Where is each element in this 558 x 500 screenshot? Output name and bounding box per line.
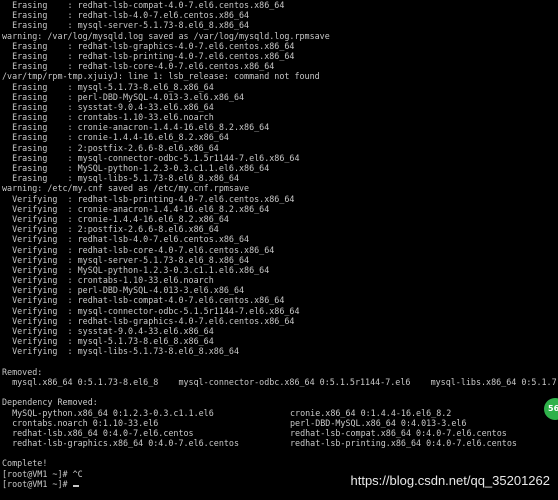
log-line: Erasing : mysql-connector-odbc-5.1.5r114… <box>2 152 300 163</box>
complete-message: Complete! <box>2 458 48 469</box>
removed-header: Removed: <box>2 366 43 377</box>
dependency-row: redhat-lsb.x86_64 0:4.0-7.el6.centos redh… <box>2 428 556 438</box>
log-line: Erasing : mysql-server-5.1.73-8.el6_8.x8… <box>2 20 250 31</box>
log-line: Erasing : 2:postfix-2.6.6-8.el6.x86_64 <box>2 142 219 153</box>
dependency-left: redhat-lsb-graphics.x86_64 0:4.0-7.el6.c… <box>2 438 239 449</box>
log-line: warning: /var/log/mysqld.log saved as /v… <box>2 30 330 41</box>
dependency-left: crontabs.noarch 0:1.10-33.el6 <box>2 417 159 428</box>
log-line: Verifying : mysql-5.1.73-8.el6_8.x86_64 <box>2 336 214 347</box>
watermark-url: https://blog.csdn.net/qq_35201262 <box>350 473 551 488</box>
log-line: Verifying : MySQL-python-1.2.3-0.3.c1.1.… <box>2 264 270 275</box>
log-line: Erasing : sysstat-9.0.4-33.el6.x86_64 <box>2 101 214 112</box>
dependency-left: MySQL-python.x86_64 0:1.2.3-0.3.c1.1.el6 <box>2 407 214 418</box>
log-line: /var/tmp/rpm-tmp.xjuiyJ: line 1: lsb_rel… <box>2 71 320 82</box>
dependency-row: crontabs.noarch 0:1.10-33.el6 perl-DBD-My… <box>2 418 556 428</box>
log-line: Erasing : perl-DBD-MySQL-4.013-3.el6.x86… <box>2 91 245 102</box>
log-line: Verifying : mysql-libs-5.1.73-8.el6_8.x8… <box>2 346 239 357</box>
dependency-removed-header: Dependency Removed: <box>2 397 98 408</box>
dependency-row: MySQL-python.x86_64 0:1.2.3-0.3.c1.1.el6… <box>2 408 556 418</box>
terminal-window[interactable]: Erasing : redhat-lsb-compat-4.0-7.el6.ce… <box>0 0 558 500</box>
log-line: Erasing : redhat-lsb-core-4.0-7.el6.cent… <box>2 61 275 72</box>
dependency-row: redhat-lsb-graphics.x86_64 0:4.0-7.el6.c… <box>2 438 556 448</box>
dependency-right: cronie.x86_64 0:1.4.4-16.el6_8.2 <box>290 407 452 418</box>
prompt-text: [root@VM1 ~]# <box>2 478 73 489</box>
log-line: Verifying : redhat-lsb-compat-4.0-7.el6.… <box>2 295 285 306</box>
dependency-right: perl-DBD-MySQL.x86_64 0:4.013-3.el6 <box>290 417 467 428</box>
log-line: Erasing : mysql-5.1.73-8.el6_8.x86_64 <box>2 81 214 92</box>
log-line: Verifying : redhat-lsb-printing-4.0-7.el… <box>2 193 295 204</box>
log-line: Verifying : redhat-lsb-core-4.0-7.el6.ce… <box>2 244 275 255</box>
log-line: warning: /etc/my.cnf saved as /etc/my.cn… <box>2 183 250 194</box>
dependency-left: redhat-lsb.x86_64 0:4.0-7.el6.centos <box>2 427 194 438</box>
log-line: Erasing : crontabs-1.10-33.el6.noarch <box>2 112 214 123</box>
log-line: Verifying : mysql-connector-odbc-5.1.5r1… <box>2 305 300 316</box>
log-line: Verifying : redhat-lsb-4.0-7.el6.centos.… <box>2 234 250 245</box>
log-line: Verifying : perl-DBD-MySQL-4.013-3.el6.x… <box>2 285 245 296</box>
log-line: Erasing : redhat-lsb-4.0-7.el6.centos.x8… <box>2 10 250 21</box>
log-line: Erasing : cronie-anacron-1.4.4-16.el6_8.… <box>2 122 270 133</box>
dependency-list: MySQL-python.x86_64 0:1.2.3-0.3.c1.1.el6… <box>2 408 556 449</box>
log-line: Verifying : cronie-1.4.4-16.el6_8.2.x86_… <box>2 213 229 224</box>
log-line: Verifying : mysql-server-5.1.73-8.el6_8.… <box>2 254 250 265</box>
log-line: Erasing : redhat-lsb-compat-4.0-7.el6.ce… <box>2 0 285 10</box>
dependency-right: redhat-lsb-compat.x86_64 0:4.0-7.el6.cen… <box>290 427 507 438</box>
log-line: Verifying : redhat-lsb-graphics-4.0-7.el… <box>2 315 295 326</box>
log-line: Erasing : MySQL-python-1.2.3-0.3.c1.1.el… <box>2 163 270 173</box>
log-line: Verifying : crontabs-1.10-33.el6.noarch <box>2 275 214 286</box>
log-line: Erasing : redhat-lsb-graphics-4.0-7.el6.… <box>2 40 295 51</box>
removed-packages: mysql.x86_64 0:5.1.73-8.el6_8 mysql-conn… <box>2 376 556 387</box>
yum-erase-log: Erasing : redhat-lsb-compat-4.0-7.el6.ce… <box>2 0 556 357</box>
log-line: Verifying : sysstat-9.0.4-33.el6.x86_64 <box>2 326 214 336</box>
log-line: Erasing : redhat-lsb-printing-4.0-7.el6.… <box>2 50 295 61</box>
text-cursor <box>72 484 79 487</box>
log-line: Verifying : cronie-anacron-1.4.4-16.el6_… <box>2 203 270 214</box>
dependency-right: redhat-lsb-printing.x86_64 0:4.0-7.el6.c… <box>290 438 517 449</box>
log-line: Erasing : cronie-1.4.4-16.el6_8.2.x86_64 <box>2 132 229 143</box>
terminal-output[interactable]: Erasing : redhat-lsb-compat-4.0-7.el6.ce… <box>2 0 556 500</box>
log-line: Verifying : 2:postfix-2.6.6-8.el6.x86_64 <box>2 224 219 235</box>
log-line: Erasing : mysql-libs-5.1.73-8.el6_8.x86_… <box>2 173 239 184</box>
